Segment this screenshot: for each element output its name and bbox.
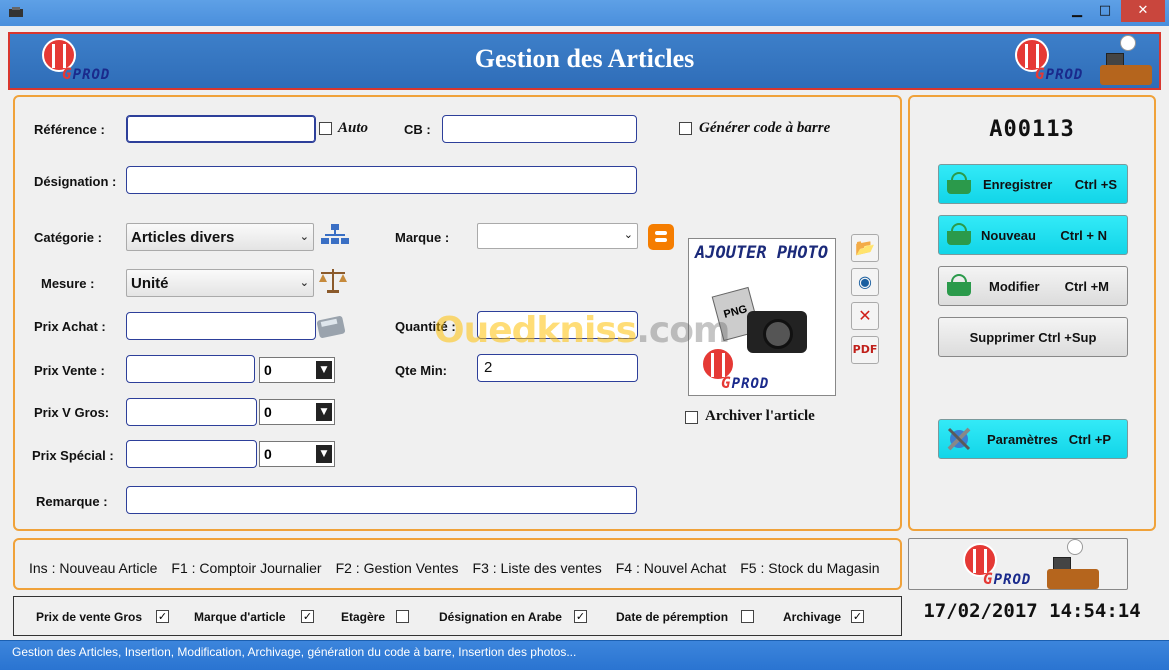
cb-input[interactable] [442,115,637,143]
page-header: GPROD Gestion des Articles GPROD [8,32,1161,90]
parametres-button[interactable]: Paramètres Ctrl +P [938,419,1128,459]
calculator-icon[interactable] [316,312,348,340]
option-checkbox[interactable] [396,610,409,623]
prix-achat-label: Prix Achat : [34,319,106,334]
mesure-select[interactable]: Unité ⌄ [126,269,314,297]
prix-v-gros-label: Prix V Gros: [34,405,110,420]
pdf-icon[interactable]: PDF [851,336,879,364]
shortcut-item: Ins : Nouveau Article [29,560,158,576]
categorie-select[interactable]: Articles divers ⌄ [126,223,314,251]
generate-barcode-checkbox[interactable] [679,122,692,135]
marque-select[interactable]: ⌄ [477,223,638,249]
auto-label: Auto [338,120,369,136]
datetime-display: 17/02/2017 14:54:14 [923,600,1141,622]
webcam-icon[interactable]: ◉ [851,268,879,296]
option-checkbox[interactable]: ✓ [301,610,314,623]
gprod-logo-bottom: GPROD [961,541,1047,589]
tools-icon [947,427,971,451]
prix-vente-label: Prix Vente : [34,363,105,378]
open-folder-icon[interactable]: 📂 [851,234,879,262]
shortcuts-list: Ins : Nouveau Article F1 : Comptoir Journ… [29,560,894,576]
option-checkbox[interactable] [741,610,754,623]
prix-special-type-select[interactable]: 0 ▼ [259,441,335,467]
basket-icon [945,170,973,198]
option-label: Prix de vente Gros [36,610,143,624]
marque-label: Marque : [395,230,450,245]
shortcuts-panel: Ins : Nouveau Article F1 : Comptoir Journ… [13,538,902,590]
shortcut-item: F4 : Nouvel Achat [615,560,727,576]
prix-vente-type-select[interactable]: 0 ▼ [259,357,335,383]
nouveau-button[interactable]: Nouveau Ctrl + N [938,215,1128,255]
logo-box: GPROD [908,538,1128,590]
prix-special-input[interactable] [126,440,257,468]
remarque-input[interactable] [126,486,637,514]
basket-edit-icon [945,272,973,300]
prix-v-gros-input[interactable] [126,398,257,426]
blogger-icon[interactable] [648,224,674,250]
scale-icon [319,269,347,293]
shortcut-item: F5 : Stock du Magasin [740,560,880,576]
prix-vente-input[interactable] [126,355,255,383]
page-title: Gestion des Articles [474,44,695,73]
minimize-button[interactable]: ▁ [1063,0,1091,22]
close-button[interactable]: ✕ [1121,0,1165,22]
option-label: Date de péremption [616,610,729,624]
cb-label: CB : [404,122,431,137]
actions-panel: A00113 Enregistrer Ctrl +S Nouveau Ctrl + … [908,95,1156,531]
qte-min-input[interactable]: 2 [477,354,638,382]
option-label: Etagère [341,610,386,624]
supprimer-button[interactable]: Supprimer Ctrl +Sup [938,317,1128,357]
option-label: Marque d'article [194,610,286,624]
reference-input[interactable] [126,115,316,143]
shortcut-item: F1 : Comptoir Journalier [171,560,322,576]
delete-photo-icon[interactable]: ✕ [851,302,879,330]
archiver-label: Archiver l'article [705,408,815,424]
option-label: Archivage [783,610,842,624]
gprod-logo-right: GPROD [1013,36,1099,86]
app-icon [9,7,23,17]
status-bar: Gestion des Articles, Insertion, Modific… [0,640,1169,670]
window-titlebar: ▁ □ ✕ [0,0,1169,26]
options-panel: Prix de vente Gros ✓ Marque d'article ✓ Etag… [13,596,902,636]
designation-label: Désignation : [34,174,117,189]
watermark: Ouedkniss.com [434,310,730,351]
auto-checkbox[interactable] [319,122,332,135]
article-code: A00113 [989,117,1075,142]
hierarchy-icon[interactable] [320,222,350,250]
enregistrer-button[interactable]: Enregistrer Ctrl +S [938,164,1128,204]
generate-barcode-label: Générer code à barre [699,120,831,136]
option-checkbox[interactable]: ✓ [574,610,587,623]
mesure-label: Mesure : [41,276,95,291]
gprod-logo-photo: GPROD [699,345,785,395]
categorie-label: Catégorie : [34,230,102,245]
option-checkbox[interactable]: ✓ [851,610,864,623]
prix-achat-input[interactable] [126,312,316,340]
maximize-button[interactable]: □ [1091,0,1119,22]
shortcut-item: F3 : Liste des ventes [472,560,602,576]
user-at-desk-icon [1096,35,1156,89]
qte-min-label: Qte Min: [395,363,447,378]
option-label: Désignation en Arabe [439,610,562,624]
prix-special-label: Prix Spécial : [32,448,114,463]
reference-label: Référence : [34,122,105,137]
user-at-desk-icon-bottom [1043,539,1103,589]
archiver-checkbox[interactable] [685,411,698,424]
status-text: Gestion des Articles, Insertion, Modific… [12,645,577,659]
prix-v-gros-type-select[interactable]: 0 ▼ [259,399,335,425]
remarque-label: Remarque : [36,494,108,509]
designation-input[interactable] [126,166,637,194]
option-checkbox[interactable]: ✓ [156,610,169,623]
shortcut-item: F2 : Gestion Ventes [335,560,459,576]
modifier-button[interactable]: Modifier Ctrl +M [938,266,1128,306]
basket-add-icon [945,221,973,249]
